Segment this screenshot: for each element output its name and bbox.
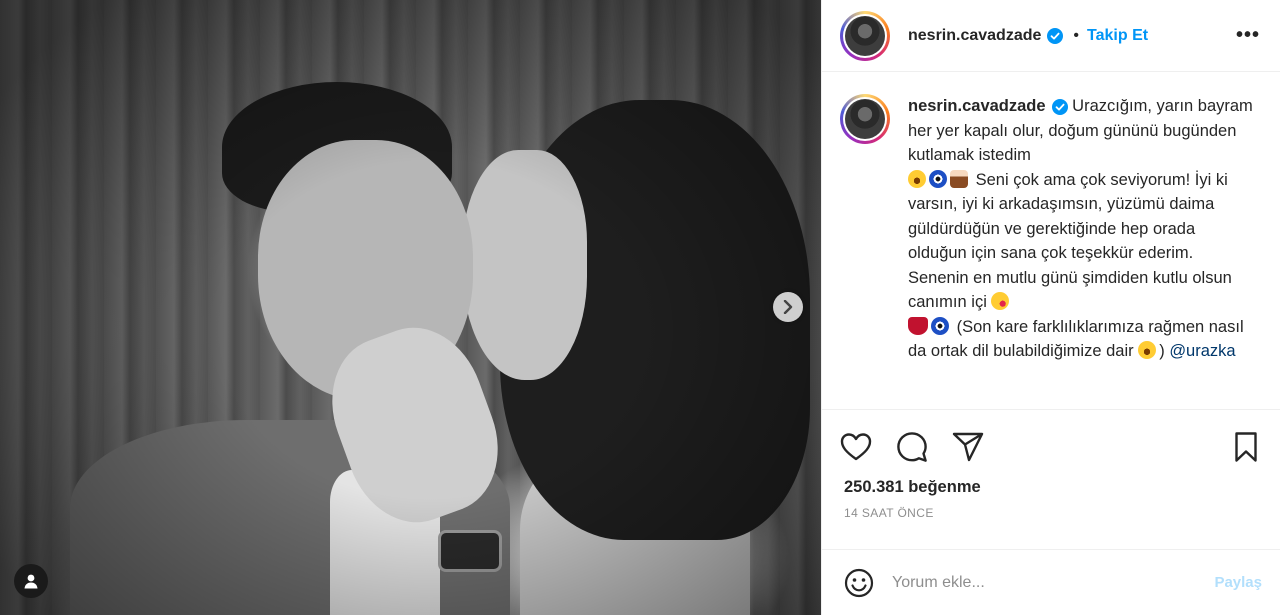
post-timestamp[interactable]: 14 SAAT ÖNCE — [822, 506, 1280, 520]
bookmark-icon — [1235, 432, 1257, 462]
post-photo[interactable] — [0, 0, 821, 615]
evil-eye-emoji-icon — [931, 316, 949, 335]
likes-count[interactable]: 250.381 beğenme — [822, 478, 1280, 497]
post-sidebar: nesrin.cavadzade • Takip Et ••• nesrin.c… — [821, 0, 1280, 615]
share-icon — [952, 432, 984, 462]
emoji-picker-button[interactable] — [844, 568, 874, 598]
caption-username[interactable]: nesrin.cavadzade — [908, 97, 1046, 115]
avatar-image — [845, 99, 885, 139]
post-comment-button[interactable]: Paylaş — [1214, 574, 1262, 591]
follow-button[interactable]: Takip Et — [1087, 27, 1148, 45]
comment-bar: Paylaş — [822, 549, 1280, 615]
author-username[interactable]: nesrin.cavadzade — [908, 27, 1041, 45]
verified-badge-icon — [1051, 98, 1068, 115]
caption-area[interactable]: nesrin.cavadzade Urazcığım, yarın bayram… — [822, 72, 1280, 410]
more-options-button[interactable]: ••• — [1234, 22, 1262, 50]
laughing-emoji-icon — [908, 169, 926, 188]
laughing-emoji-icon — [1138, 341, 1157, 359]
caption-line-2: Seni çok ama çok seviyorum! İyi ki varsı… — [908, 170, 1232, 312]
post-header: nesrin.cavadzade • Takip Et ••• — [822, 0, 1280, 72]
comment-icon — [897, 432, 927, 462]
comment-input[interactable] — [892, 573, 1215, 592]
comment-button[interactable] — [894, 429, 930, 465]
evil-eye-emoji-icon — [929, 169, 947, 188]
like-button[interactable] — [838, 429, 874, 465]
kiss-emoji-icon — [991, 292, 1010, 310]
cake-emoji-icon — [950, 169, 968, 188]
heart-emoji-icon — [908, 316, 928, 335]
caption-avatar[interactable] — [840, 94, 890, 144]
chevron-right-icon — [783, 300, 793, 314]
avatar[interactable] — [840, 10, 890, 61]
next-photo-button[interactable] — [773, 292, 803, 322]
avatar-image — [845, 15, 885, 56]
verified-badge-icon — [1047, 27, 1064, 44]
tagged-users-button[interactable] — [14, 564, 48, 598]
save-button[interactable] — [1228, 429, 1264, 465]
emoji-icon — [844, 568, 874, 597]
action-bar — [822, 410, 1280, 484]
heart-icon — [840, 433, 872, 461]
share-button[interactable] — [950, 429, 986, 465]
caption-mention[interactable]: @urazka — [1169, 342, 1235, 360]
user-tag-icon — [24, 574, 38, 589]
photo-vignette — [0, 0, 821, 615]
more-options-icon: ••• — [1235, 24, 1260, 46]
caption-text: nesrin.cavadzade Urazcığım, yarın bayram… — [908, 94, 1258, 364]
header-separator: • — [1073, 26, 1080, 44]
caption-line-3-end: ) — [1159, 342, 1165, 360]
